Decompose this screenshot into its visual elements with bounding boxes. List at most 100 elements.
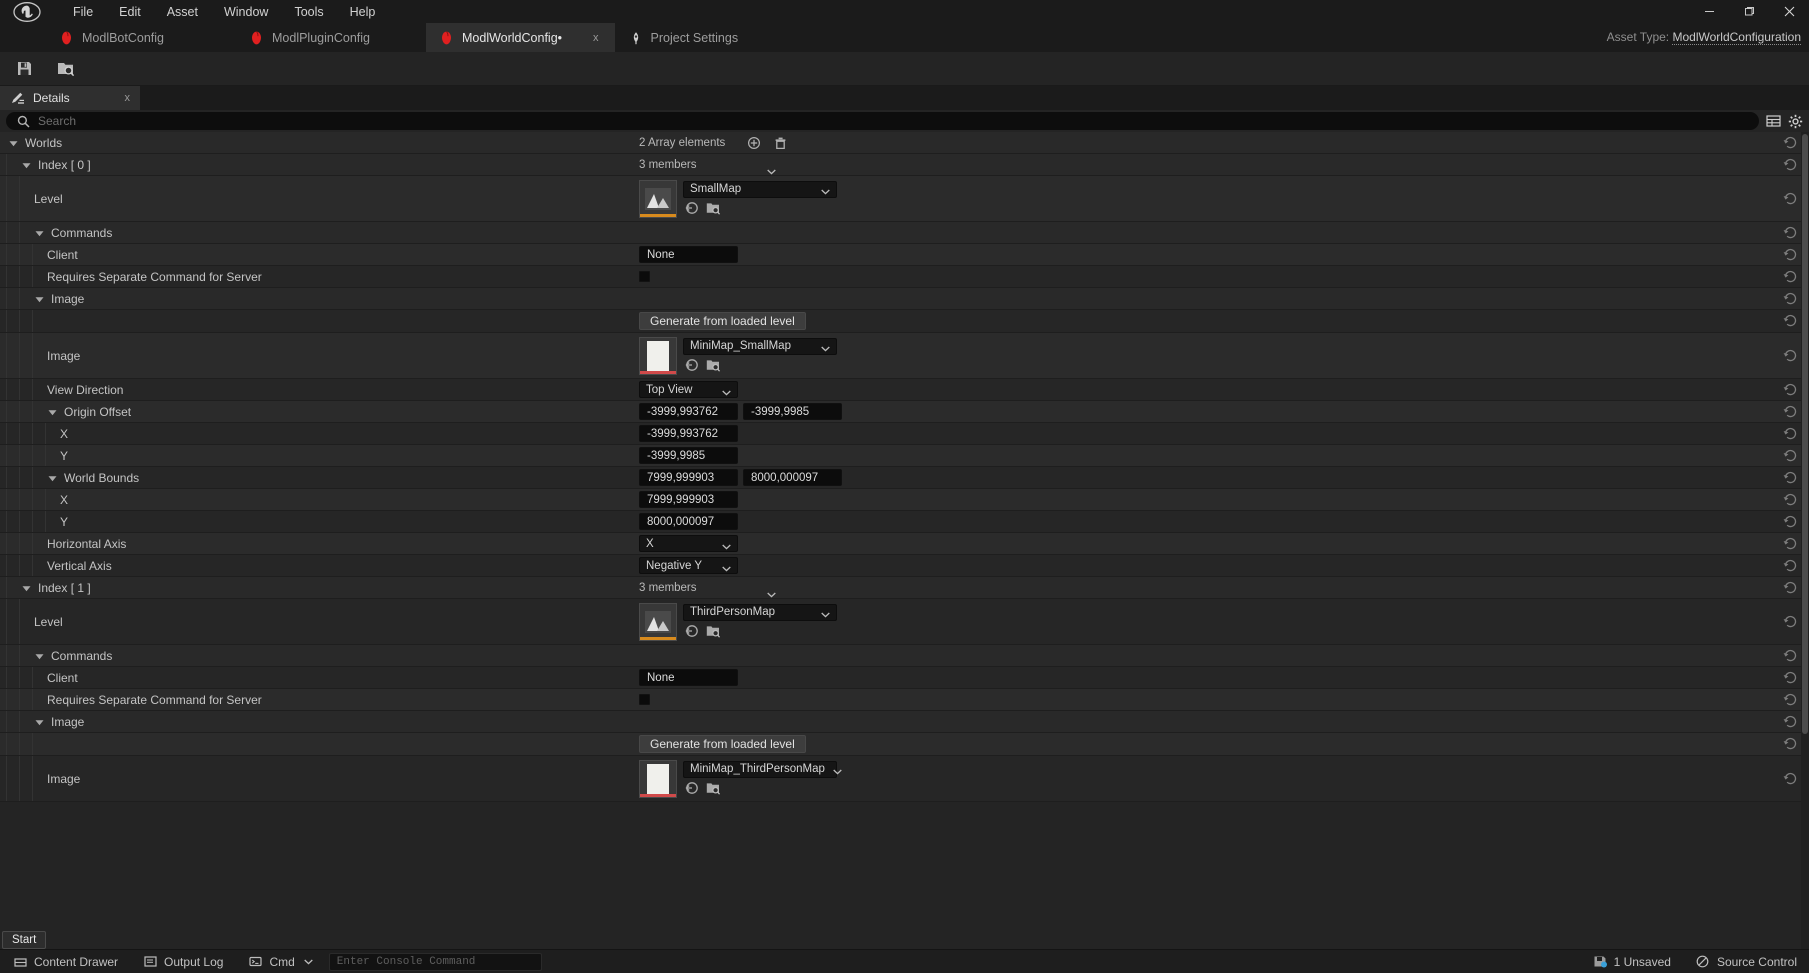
vector-y-input[interactable]: 8000,000097 [743,469,842,486]
property-row-reqsep0[interactable]: Requires Separate Command for Server [0,266,1809,288]
asset-combo[interactable]: MiniMap_ThirdPersonMap [683,760,842,778]
browse-to-asset-icon[interactable] [706,201,721,215]
property-row-image1[interactable]: Image [0,711,1809,733]
asset-thumbnail[interactable] [639,179,677,218]
property-row-originx0[interactable]: X -3999,993762 [0,423,1809,445]
revert-icon[interactable] [1783,581,1797,595]
revert-icon[interactable] [1783,449,1797,463]
asset-thumbnail[interactable] [639,759,677,798]
revert-icon[interactable] [1783,270,1797,284]
asset-type-value[interactable]: ModlWorldConfiguration [1672,30,1801,45]
revert-icon[interactable] [1783,226,1797,240]
property-row-genbtn1[interactable]: Generate from loaded level [0,733,1809,756]
text-input[interactable]: None [639,246,738,263]
column-view-icon[interactable] [1765,113,1781,129]
menu-item-window[interactable]: Window [211,1,281,23]
expander-arrow-icon[interactable] [8,136,21,149]
number-input[interactable]: -3999,993762 [639,425,738,442]
output-log-button[interactable]: Output Log [130,950,235,973]
dropdown-input[interactable]: Top View [639,381,738,398]
revert-icon[interactable] [1783,537,1797,551]
revert-icon[interactable] [1783,693,1797,707]
expander-arrow-icon[interactable] [34,292,47,305]
details-scrollbar-thumb[interactable] [1802,134,1808,734]
browse-icon[interactable] [50,55,82,83]
property-row-image0[interactable]: Image [0,288,1809,310]
tab-modlpluginconfig[interactable]: ModlPluginConfig [236,23,426,52]
unsaved-indicator[interactable]: 1 Unsaved [1580,950,1683,973]
property-row-imageasset0[interactable]: Image MiniMap_SmallMap [0,333,1809,379]
expander-arrow-icon[interactable] [21,581,34,594]
revert-icon[interactable] [1783,427,1797,441]
asset-thumbnail[interactable] [639,336,677,375]
checkbox-input[interactable] [639,694,650,705]
revert-icon[interactable] [1783,715,1797,729]
revert-icon[interactable] [1783,559,1797,573]
asset-picker[interactable]: SmallMap [639,179,837,218]
asset-picker[interactable]: MiniMap_SmallMap [639,336,837,375]
save-icon[interactable] [8,55,40,83]
property-row-reqsep1[interactable]: Requires Separate Command for Server [0,689,1809,711]
expander-arrow-icon[interactable] [34,715,47,728]
property-row-level1[interactable]: Level ThirdPersonMap [0,599,1809,645]
dropdown-input[interactable]: Negative Y [639,557,738,574]
tab-modlworldconfig[interactable]: ModlWorldConfig• x [426,23,615,52]
browse-to-asset-icon[interactable] [706,358,721,372]
generate-from-loaded-level-button[interactable]: Generate from loaded level [639,735,806,753]
expander-arrow-icon[interactable] [21,158,34,171]
use-selected-asset-icon[interactable] [685,201,699,215]
revert-icon[interactable] [1783,615,1797,629]
asset-picker[interactable]: MiniMap_ThirdPersonMap [639,759,842,798]
use-selected-asset-icon[interactable] [685,624,699,638]
text-input[interactable]: None [639,669,738,686]
console-command-input[interactable]: Enter Console Command [328,952,542,971]
vector-x-input[interactable]: 7999,999903 [639,469,738,486]
menu-item-edit[interactable]: Edit [106,1,154,23]
property-row-index0[interactable]: Index [ 0 ] 3 members [0,154,1809,176]
dropdown-input[interactable]: X [639,535,738,552]
menu-item-help[interactable]: Help [337,1,389,23]
revert-icon[interactable] [1783,772,1797,786]
browse-to-asset-icon[interactable] [706,624,721,638]
property-row-vaxis0[interactable]: Vertical Axis Negative Y [0,555,1809,577]
asset-combo[interactable]: ThirdPersonMap [683,603,837,621]
expander-arrow-icon[interactable] [47,471,60,484]
menu-item-file[interactable]: File [60,1,106,23]
struct-dropdown[interactable] [759,585,776,597]
expander-arrow-icon[interactable] [47,405,60,418]
minimize-icon[interactable] [1689,0,1729,23]
property-row-commands1[interactable]: Commands [0,645,1809,667]
revert-icon[interactable] [1783,671,1797,685]
property-row-originy0[interactable]: Y -3999,9985 [0,445,1809,467]
revert-icon[interactable] [1783,515,1797,529]
revert-icon[interactable] [1783,649,1797,663]
revert-icon[interactable] [1783,314,1797,328]
tab-projectsettings[interactable]: Project Settings [615,23,805,52]
property-row-client1[interactable]: Client None [0,667,1809,689]
add-array-element-icon[interactable] [747,136,761,150]
revert-icon[interactable] [1783,248,1797,262]
menu-item-tools[interactable]: Tools [281,1,336,23]
revert-icon[interactable] [1783,192,1797,206]
expander-arrow-icon[interactable] [34,649,47,662]
settings-gear-icon[interactable] [1787,113,1803,129]
tab-details[interactable]: Details x [0,86,140,110]
tab-modlbotconfig[interactable]: ModlBotConfig [46,23,236,52]
tab-close-icon[interactable]: x [571,32,599,44]
property-row-client0[interactable]: Client None [0,244,1809,266]
revert-icon[interactable] [1783,471,1797,485]
maximize-icon[interactable] [1729,0,1769,23]
asset-combo[interactable]: MiniMap_SmallMap [683,337,837,355]
revert-icon[interactable] [1783,136,1797,150]
number-input[interactable]: 7999,999903 [639,491,738,508]
property-row-worlds[interactable]: Worlds 2 Array elements [0,132,1809,154]
details-scrollbar[interactable] [1801,132,1809,949]
property-row-bounds0[interactable]: World Bounds 7999,999903 8000,000097 [0,467,1809,489]
property-row-level0[interactable]: Level SmallMap [0,176,1809,222]
property-row-index1[interactable]: Index [ 1 ] 3 members [0,577,1809,599]
content-drawer-button[interactable]: Content Drawer [0,950,130,973]
asset-combo[interactable]: SmallMap [683,180,837,198]
property-row-haxis0[interactable]: Horizontal Axis X [0,533,1809,555]
use-selected-asset-icon[interactable] [685,358,699,372]
struct-dropdown[interactable] [759,162,776,174]
